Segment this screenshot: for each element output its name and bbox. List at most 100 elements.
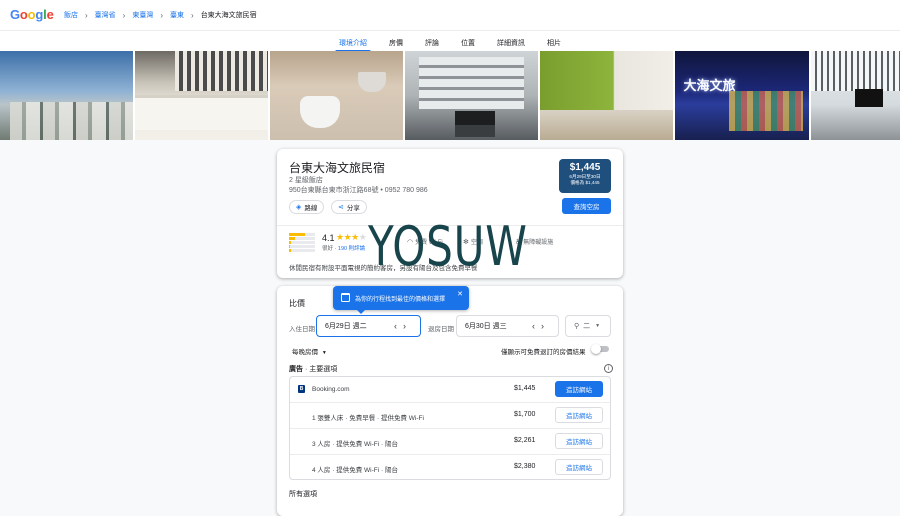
rating-bar — [289, 237, 315, 240]
price-summary-box[interactable]: $1,445 6月29日至30日 價格為 $1,445 — [559, 159, 611, 193]
star-icon: ★★★ — [336, 232, 359, 242]
logo-letter-o1: o — [19, 7, 28, 22]
photo-lobby[interactable] — [810, 51, 900, 140]
price-value: $1,445 — [569, 162, 601, 173]
photo-city-view[interactable] — [0, 51, 134, 140]
offer-label: 1 張雙人床 · 免費早餐 · 提供免費 Wi-Fi — [312, 415, 424, 422]
photo-room-interior[interactable] — [540, 51, 674, 140]
tab-photos[interactable]: 相片 — [547, 31, 561, 52]
guests-selector[interactable]: ⚲ 二 ▼ — [565, 315, 611, 337]
offer-row[interactable]: 3 人房 · 提供免費 Wi-Fi · 陽台 $2,261 造訪網站 — [290, 429, 610, 455]
breadcrumb-hotels[interactable]: 飯店 — [64, 10, 78, 20]
ads-title: 主要選項 — [309, 366, 338, 373]
offer-price: $2,261 — [514, 437, 536, 444]
photo-bedroom[interactable] — [135, 51, 269, 140]
dropdown-arrow-icon: ▼ — [321, 350, 327, 356]
offer-row[interactable]: 4 人房 · 提供免費 Wi-Fi · 陽台 $2,380 造訪網站 — [290, 455, 610, 481]
rating-bar — [289, 233, 315, 236]
hotel-class: 2 星級飯店 — [289, 177, 323, 184]
rating-bar — [289, 249, 315, 252]
tips-tooltip: 為你的行程找到最佳的價格和選擇 ✕ — [333, 286, 469, 314]
star-rating: ★★★★ — [336, 232, 367, 243]
checkout-date-picker[interactable]: 6月30日 週三 ‹› — [456, 315, 559, 337]
visit-site-button[interactable]: 造訪網站 — [555, 381, 603, 397]
review-summary[interactable]: 很好 · 190 則評論 — [322, 244, 365, 252]
all-options-heading: 所有選項 — [289, 491, 317, 498]
offer-row[interactable]: B Booking.com $1,445 造訪網站 — [290, 377, 610, 403]
chevron-right-icon: › — [191, 10, 194, 20]
breadcrumb-current: 台東大海文旅民宿 — [200, 12, 257, 19]
breadcrumb-taitung[interactable]: 臺東 — [170, 10, 184, 20]
tab-prices[interactable]: 房價 — [389, 31, 403, 52]
directions-icon: ◈ — [296, 204, 302, 211]
tab-location[interactable]: 位置 — [461, 31, 475, 52]
offer-price: $1,445 — [514, 385, 536, 392]
info-icon[interactable]: i — [604, 364, 613, 373]
offer-label: 4 人房 · 提供免費 Wi-Fi · 陽台 — [312, 467, 398, 474]
logo-letter-g: G — [10, 7, 20, 22]
checkin-date-picker[interactable]: 6月29日 週二 ‹› — [316, 315, 421, 337]
date-nav-arrows-icon[interactable]: ‹› — [394, 321, 412, 331]
free-cancel-label: 僅顯示可免費退訂的房價結果 — [501, 349, 586, 356]
visit-site-button[interactable]: 造訪網站 — [555, 459, 603, 475]
close-icon[interactable]: ✕ — [457, 290, 463, 298]
person-icon: ⚲ — [574, 323, 580, 330]
compare-title: 比價 — [289, 299, 305, 308]
hotel-name: 台東大海文旅民宿 — [289, 161, 386, 175]
visit-site-button[interactable]: 造訪網站 — [555, 407, 603, 423]
logo-letter-e: e — [46, 7, 54, 22]
price-mode-dropdown[interactable]: 每晚房價 ▼ — [292, 346, 327, 356]
checkout-date-value: 6月30日 週三 — [465, 323, 507, 330]
chevron-right-icon: › — [122, 10, 126, 20]
visit-site-button[interactable]: 造訪網站 — [555, 433, 603, 449]
check-availability-button[interactable]: 查詢空房 — [562, 198, 611, 214]
logo-letter-g2: g — [35, 7, 44, 22]
tooltip-text: 為你的行程找到最佳的價格和選擇 — [355, 296, 446, 303]
rating-bar — [289, 245, 315, 248]
watermark-text: YOSUW — [368, 215, 528, 278]
tab-details[interactable]: 詳細資訊 — [497, 31, 525, 52]
photo-gallery: 大海文旅 — [0, 51, 900, 140]
rating-bar — [289, 241, 315, 244]
chevron-right-icon: › — [160, 10, 164, 20]
calendar-icon — [341, 293, 350, 302]
share-label: 分享 — [346, 205, 360, 212]
hotel-address: 950台東縣台東市浙江路68號 • 0952 780 986 — [289, 187, 428, 194]
share-button[interactable]: ⋖ 分享 — [331, 200, 367, 214]
ads-prefix: 廣告 — [289, 366, 303, 373]
checkin-date-value: 6月29日 週二 — [325, 323, 367, 330]
google-logo[interactable]: Google — [10, 7, 54, 22]
chevron-right-icon: › — [85, 10, 88, 20]
booking-logo-icon: B — [298, 385, 305, 393]
price-comparison-card: 比價 入住日期 6月29日 週二 ‹› 退房日期 6月30日 週三 ‹› ⚲ 二… — [277, 286, 623, 516]
breadcrumb-east-taiwan[interactable]: 東臺灣 — [132, 10, 153, 20]
review-count: 190 則評論 — [337, 246, 366, 252]
offer-price: $2,380 — [514, 463, 536, 470]
directions-button[interactable]: ◈ 路線 — [289, 200, 325, 214]
neon-sign-text: 大海文旅 — [683, 79, 736, 94]
offer-price: $1,700 — [514, 411, 536, 418]
offer-label: 3 人房 · 提供免費 Wi-Fi · 陽台 — [312, 441, 398, 448]
tab-overview[interactable]: 環境介紹 — [335, 31, 371, 52]
dropdown-arrow-icon: ▼ — [595, 323, 601, 329]
date-nav-arrows-icon[interactable]: ‹› — [532, 321, 550, 331]
section-tabs: 環境介紹 房價 評論 位置 詳細資訊 相片 — [0, 30, 900, 52]
directions-label: 路線 — [304, 205, 318, 212]
rating-label: 很好 — [322, 246, 334, 252]
rating-distribution — [289, 233, 315, 253]
breadcrumb-taiwan[interactable]: 臺灣省 — [95, 10, 116, 20]
price-note: 價格為 $1,445 — [570, 180, 600, 185]
ads-heading: 廣告 · 主要選項 — [289, 366, 338, 373]
photo-bathroom[interactable] — [270, 51, 404, 140]
tab-reviews[interactable]: 評論 — [425, 31, 439, 52]
photo-building-exterior[interactable] — [405, 51, 539, 140]
checkin-label: 入住日期 — [289, 326, 315, 333]
star-empty-icon: ★ — [358, 232, 367, 242]
breadcrumb: 飯店 › 臺灣省 › 東臺灣 › 臺東 › 台東大海文旅民宿 — [64, 10, 257, 20]
checkout-label: 退房日期 — [428, 326, 454, 333]
free-cancel-toggle[interactable] — [591, 343, 609, 354]
top-bar: Google 飯店 › 臺灣省 › 東臺灣 › 臺東 › 台東大海文旅民宿 — [0, 0, 900, 30]
offer-row[interactable]: 1 張雙人床 · 免費早餐 · 提供免費 Wi-Fi $1,700 造訪網站 — [290, 403, 610, 429]
photo-neon-entrance[interactable]: 大海文旅 — [675, 51, 809, 140]
rating-value: 4.1 — [322, 233, 335, 243]
